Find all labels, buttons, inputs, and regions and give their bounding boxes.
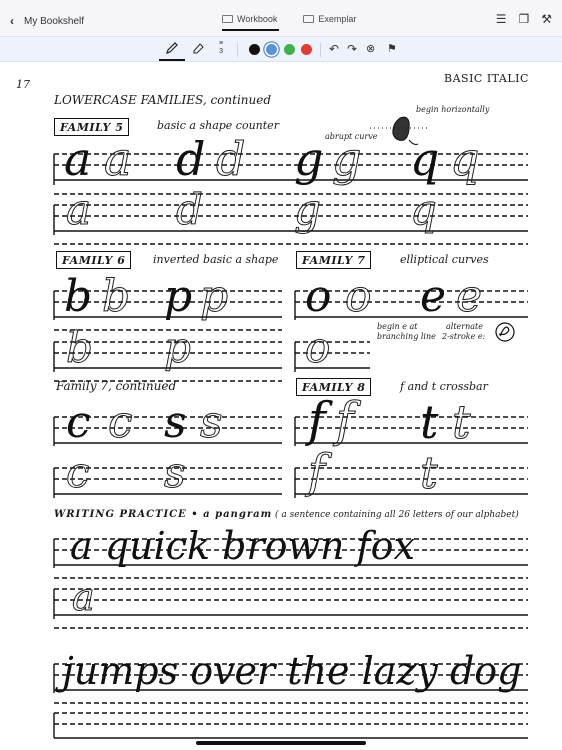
letter-e: e xyxy=(420,271,447,322)
letter-t: t xyxy=(420,395,439,449)
pangram-note: ( a sentence containing all 26 letters o… xyxy=(275,510,519,520)
traced-letter-a: a xyxy=(103,132,132,186)
letter-f: f xyxy=(308,392,326,448)
practice-letter-g: g xyxy=(294,185,322,234)
family-7-description: elliptical curves xyxy=(400,253,489,266)
letter-p: p xyxy=(164,271,193,322)
practice-letter-t: t xyxy=(420,448,439,499)
traced-letter-c: c xyxy=(108,397,134,448)
family-6-label: FAMILY 6 xyxy=(56,251,132,269)
traced-letter-s: s xyxy=(200,397,224,448)
letter-b: b xyxy=(64,271,93,322)
practice-letter-d: d xyxy=(176,185,204,234)
practice-phrase-1: a quick brown fox xyxy=(70,524,415,568)
practice-letter-s: s xyxy=(164,448,187,497)
traced-letter-p: p xyxy=(199,271,229,322)
letter-d: d xyxy=(176,132,206,186)
letter-g: g xyxy=(294,132,324,186)
pangram-label: a pangram xyxy=(203,509,273,520)
letter-c: c xyxy=(66,397,91,448)
letter-a: a xyxy=(64,132,92,186)
practice-phrase-1-start: a xyxy=(72,575,96,619)
family-6-description: inverted basic a shape xyxy=(153,253,279,266)
alternate-e-diagram xyxy=(495,322,515,342)
practice-letter-q: q xyxy=(410,185,438,234)
home-indicator xyxy=(196,741,366,745)
letter-s: s xyxy=(164,397,187,448)
practice-letter-f: f xyxy=(307,444,326,498)
traced-letter-e: e xyxy=(455,271,483,322)
practice-letter-p: p xyxy=(164,323,192,372)
practice-letter-o: o xyxy=(304,323,331,372)
family-7-label: FAMILY 7 xyxy=(296,251,372,269)
letter-o: o xyxy=(305,271,332,322)
traced-letter-t: t xyxy=(452,395,471,449)
traced-letter-d: d xyxy=(215,132,246,186)
note-branching-line: branching line xyxy=(377,332,436,341)
note-begin-horizontally: begin horizontally xyxy=(416,105,490,114)
practice-letter-b: b xyxy=(66,323,94,372)
note-alternate: alternate xyxy=(446,322,483,331)
writing-practice-label: WRITING PRACTICE • a pangram xyxy=(54,509,273,520)
traced-letter-q: q xyxy=(449,132,480,186)
practice-letter-a: a xyxy=(65,185,92,234)
family-8-description: f and t crossbar xyxy=(400,380,488,393)
practice-phrase-2: jumps over the lazy dog xyxy=(62,649,522,693)
traced-letter-o: o xyxy=(345,271,372,322)
note-two-stroke: 2-stroke e: xyxy=(442,332,486,341)
traced-letter-b: b xyxy=(101,271,131,322)
family-5-description: basic a shape counter xyxy=(157,119,279,132)
traced-letter-g: g xyxy=(331,132,362,186)
traced-letter-f: f xyxy=(336,392,355,448)
family-7-continued-title: Family 7, continued xyxy=(56,379,177,393)
letter-q: q xyxy=(410,132,440,186)
practice-letter-c: c xyxy=(66,448,91,497)
note-begin-e: begin e at xyxy=(377,322,418,331)
